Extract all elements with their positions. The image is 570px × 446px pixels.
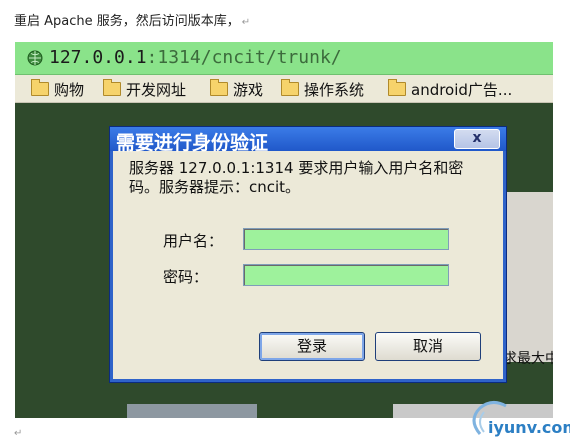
bookmark-folder-shopping[interactable]: 购物 <box>31 79 84 99</box>
bookmark-folder-games[interactable]: 游戏 <box>210 79 263 99</box>
dialog-titlebar[interactable]: 需要进行身份验证 x <box>110 127 506 154</box>
paragraph-mark: ↵ <box>241 17 251 28</box>
instruction-text: 重启 Apache 服务，然后访问版本库， <box>14 14 240 29</box>
bookmark-folder-android-ads[interactable]: android广告... <box>388 79 512 99</box>
embedded-screenshot: 127.0.0.1:1314/cncit/trunk/ 购物 开发网址 游戏 操… <box>15 42 553 418</box>
password-input[interactable] <box>243 264 449 286</box>
dialog-title: 需要进行身份验证 <box>116 132 269 154</box>
folder-icon <box>210 79 228 96</box>
watermark-text: iyunv.com <box>488 418 570 437</box>
folder-icon <box>31 79 49 96</box>
document-instruction: 重启 Apache 服务，然后访问版本库， ↵ <box>14 10 250 29</box>
bookmark-label: 购物 <box>54 80 85 99</box>
folder-icon <box>281 79 299 96</box>
username-input[interactable] <box>243 228 449 250</box>
bookmark-label: 开发网址 <box>126 80 187 99</box>
bookmark-folder-os[interactable]: 操作系统 <box>281 79 364 99</box>
bookmark-label: android广告... <box>411 80 513 99</box>
url-text[interactable]: 127.0.0.1:1314/cncit/trunk/ <box>49 47 342 68</box>
globe-icon <box>27 50 43 66</box>
background-page-panel <box>505 192 553 362</box>
cancel-button[interactable]: 取消 <box>375 332 481 361</box>
url-path: :1314/cncit/trunk/ <box>146 47 342 68</box>
paragraph-mark: ↵ <box>14 428 23 439</box>
close-icon: x <box>472 130 482 146</box>
background-partial-text: 求最大中 <box>503 351 553 367</box>
auth-dialog: 需要进行身份验证 x 服务器 127.0.0.1:1314 要求用户输入用户名和… <box>110 127 506 382</box>
close-button[interactable]: x <box>454 129 500 149</box>
site-watermark: iyunv.com <box>462 396 570 442</box>
folder-icon <box>388 79 406 96</box>
bookmark-label: 操作系统 <box>304 80 365 99</box>
username-label: 用户名： <box>163 232 224 250</box>
url-host: 127.0.0.1 <box>49 47 147 68</box>
background-thumbnail <box>127 404 257 418</box>
bookmark-folder-dev-sites[interactable]: 开发网址 <box>103 79 186 99</box>
folder-icon <box>103 79 121 96</box>
bookmarks-bar: 购物 开发网址 游戏 操作系统 android广告... <box>15 75 553 103</box>
login-button[interactable]: 登录 <box>259 332 365 361</box>
address-bar[interactable]: 127.0.0.1:1314/cncit/trunk/ <box>15 42 553 75</box>
password-label: 密码： <box>163 268 209 286</box>
bookmark-label: 游戏 <box>233 80 264 99</box>
dialog-message: 服务器 127.0.0.1:1314 要求用户输入用户名和密码。服务器提示：cn… <box>129 159 464 196</box>
